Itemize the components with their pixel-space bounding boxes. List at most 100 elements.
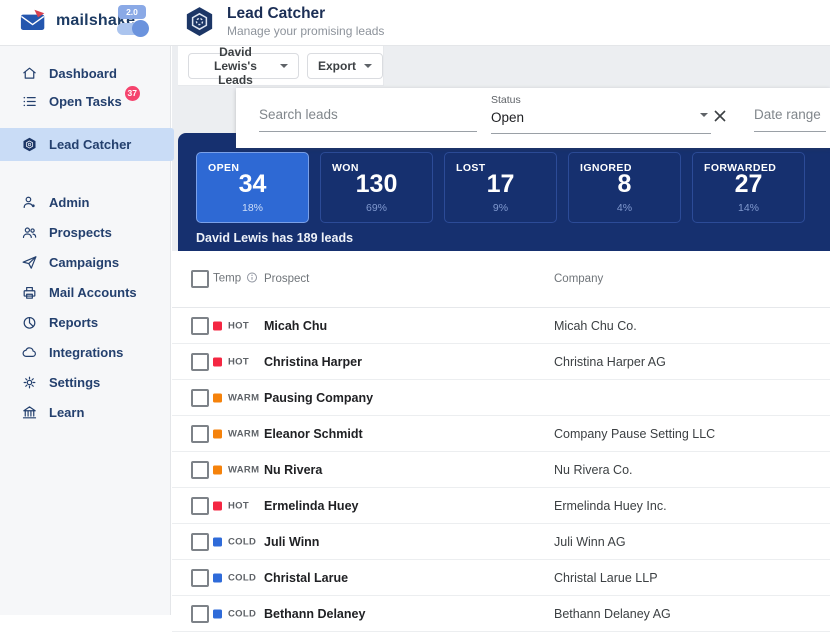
sidebar-item-label: Admin xyxy=(49,195,89,210)
lead-stats-panel: OPEN 34 18% WON 130 69% LOST 17 9% IGNOR… xyxy=(178,133,830,251)
filter-bar: Status Open xyxy=(236,88,830,148)
temp-badge: WARM xyxy=(213,428,259,439)
company-name: Bethann Delaney AG xyxy=(554,607,671,621)
temp-label: WARM xyxy=(228,428,259,439)
temp-badge: HOT xyxy=(213,500,249,511)
row-checkbox[interactable] xyxy=(191,317,209,335)
prospect-name: Nu Rivera xyxy=(264,463,322,477)
page-title: Lead Catcher xyxy=(227,5,384,23)
stat-card-ignored[interactable]: IGNORED 8 4% xyxy=(568,152,681,223)
sidebar-item-integrations[interactable]: Integrations xyxy=(0,337,170,367)
stat-card-won[interactable]: WON 130 69% xyxy=(320,152,433,223)
company-name: Nu Rivera Co. xyxy=(554,463,633,477)
sidebar-item-label: Dashboard xyxy=(49,66,117,81)
top-header: mailshake 2.0 Lead Catcher Manage your p… xyxy=(0,0,830,46)
stat-count: 8 xyxy=(569,172,680,197)
page-subtitle: Manage your promising leads xyxy=(227,24,384,38)
settings-icon xyxy=(21,374,38,391)
prospect-column-header: Prospect xyxy=(264,273,309,285)
reports-icon xyxy=(21,314,38,331)
temp-label: HOT xyxy=(228,320,249,331)
row-checkbox[interactable] xyxy=(191,533,209,551)
temp-label: WARM xyxy=(228,464,259,475)
temp-color-square xyxy=(213,537,222,546)
sidebar-item-admin[interactable]: Admin xyxy=(0,187,170,217)
sidebar-item-label: Learn xyxy=(49,405,84,420)
tasks-icon xyxy=(21,93,38,110)
prospect-name: Bethann Delaney xyxy=(264,607,365,621)
table-row[interactable]: HOT Micah Chu Micah Chu Co. xyxy=(172,308,830,344)
sidebar-item-mail-accounts[interactable]: Mail Accounts xyxy=(0,277,170,307)
company-name: Christina Harper AG xyxy=(554,355,666,369)
table-row[interactable]: WARM Eleanor Schmidt Company Pause Setti… xyxy=(172,416,830,452)
temp-color-square xyxy=(213,321,222,330)
toolbar: David Lewis's Leads Export xyxy=(178,46,384,86)
stat-card-lost[interactable]: LOST 17 9% xyxy=(444,152,557,223)
status-filter[interactable]: Status Open xyxy=(491,94,711,134)
stat-percent: 4% xyxy=(569,202,680,214)
temp-info-icon[interactable] xyxy=(246,272,258,287)
integrations-icon xyxy=(21,344,38,361)
row-checkbox[interactable] xyxy=(191,605,209,623)
search-input[interactable] xyxy=(259,107,477,132)
company-name: Juli Winn AG xyxy=(554,535,626,549)
sidebar-item-reports[interactable]: Reports xyxy=(0,307,170,337)
leads-summary: David Lewis has 189 leads xyxy=(196,231,353,245)
temp-badge: WARM xyxy=(213,464,259,475)
prospect-name: Christal Larue xyxy=(264,571,348,585)
row-checkbox[interactable] xyxy=(191,461,209,479)
stat-percent: 14% xyxy=(693,202,804,214)
stat-card-forwarded[interactable]: FORWARDED 27 14% xyxy=(692,152,805,223)
table-row[interactable]: HOT Ermelinda Huey Ermelinda Huey Inc. xyxy=(172,488,830,524)
sidebar-item-learn[interactable]: Learn xyxy=(0,397,170,427)
sidebar-item-label: Open Tasks xyxy=(49,94,122,109)
temp-badge: COLD xyxy=(213,572,256,583)
row-checkbox[interactable] xyxy=(191,353,209,371)
sidebar-item-dashboard[interactable]: Dashboard xyxy=(0,59,170,87)
lead-catcher-icon xyxy=(183,5,216,38)
table-row[interactable]: WARM Pausing Company xyxy=(172,380,830,416)
mailshake-envelope-icon xyxy=(20,9,47,32)
table-row[interactable]: COLD Bethann Delaney Bethann Delaney AG xyxy=(172,596,830,632)
main-content: David Lewis's Leads Export Status Open O… xyxy=(172,46,830,615)
campaigns-icon xyxy=(21,254,38,271)
row-checkbox[interactable] xyxy=(191,497,209,515)
sidebar: Dashboard Open Tasks 37 Lead Catcher Adm… xyxy=(0,46,171,615)
sidebar-item-campaigns[interactable]: Campaigns xyxy=(0,247,170,277)
leads-table: Temp Prospect Company HOT Micah Chu Mica… xyxy=(172,251,830,615)
table-row[interactable]: COLD Juli Winn Juli Winn AG xyxy=(172,524,830,560)
row-checkbox[interactable] xyxy=(191,569,209,587)
row-checkbox[interactable] xyxy=(191,425,209,443)
chevron-down-icon xyxy=(364,64,372,68)
status-filter-value[interactable]: Open xyxy=(491,106,711,134)
version-badge: 2.0 xyxy=(118,5,146,19)
prospect-name: Pausing Company xyxy=(264,391,373,405)
sidebar-item-label: Prospects xyxy=(49,225,112,240)
export-button[interactable]: Export xyxy=(307,53,383,79)
sidebar-item-settings[interactable]: Settings xyxy=(0,367,170,397)
table-row[interactable]: WARM Nu Rivera Nu Rivera Co. xyxy=(172,452,830,488)
row-checkbox[interactable] xyxy=(191,389,209,407)
prospect-name: Micah Chu xyxy=(264,319,327,333)
chevron-down-icon xyxy=(700,113,708,117)
table-row[interactable]: HOT Christina Harper Christina Harper AG xyxy=(172,344,830,380)
select-all-checkbox[interactable] xyxy=(191,270,209,288)
table-row[interactable]: COLD Christal Larue Christal Larue LLP xyxy=(172,560,830,596)
sidebar-item-label: Mail Accounts xyxy=(49,285,137,300)
stat-card-open[interactable]: OPEN 34 18% xyxy=(196,152,309,223)
leads-owner-dropdown[interactable]: David Lewis's Leads xyxy=(188,53,299,79)
sidebar-item-lead-catcher[interactable]: Lead Catcher xyxy=(0,128,174,161)
sidebar-item-open-tasks[interactable]: Open Tasks 37 xyxy=(0,87,170,115)
company-column-header: Company xyxy=(554,273,603,285)
learn-icon xyxy=(21,404,38,421)
chevron-down-icon xyxy=(280,64,288,68)
sidebar-item-prospects[interactable]: Prospects xyxy=(0,217,170,247)
temp-color-square xyxy=(213,429,222,438)
version-toggle[interactable] xyxy=(117,23,147,35)
stat-count: 34 xyxy=(197,172,308,197)
temp-color-square xyxy=(213,609,222,618)
date-range-input[interactable] xyxy=(754,107,826,132)
temp-label: COLD xyxy=(228,572,256,583)
temp-color-square xyxy=(213,393,222,402)
status-clear-icon[interactable] xyxy=(713,109,729,125)
